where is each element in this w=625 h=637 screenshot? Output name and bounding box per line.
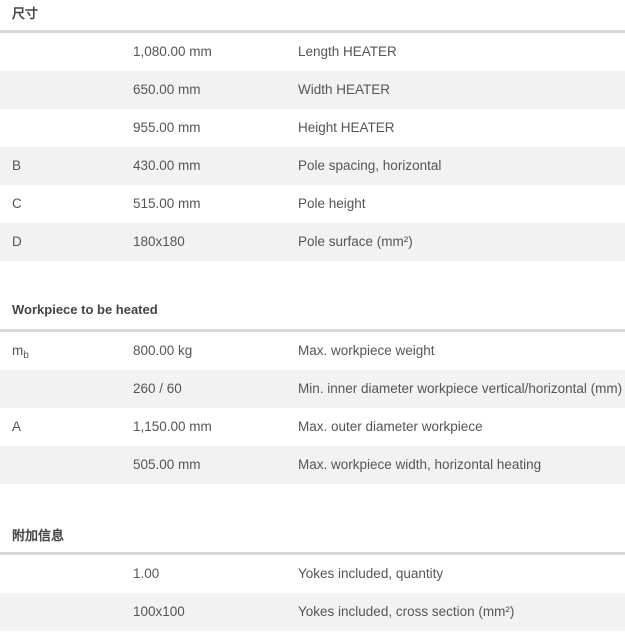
- table-row: D 180x180 Pole surface (mm²): [0, 223, 625, 261]
- table-row: 650.00 mm Width HEATER: [0, 71, 625, 109]
- table-row: 1,080.00 mm Length HEATER: [0, 33, 625, 71]
- row-description: Pole height: [298, 196, 366, 211]
- table-row: 260 / 60 Min. inner diameter workpiece v…: [0, 370, 625, 408]
- row-value: 505.00 mm: [133, 457, 201, 472]
- row-description: Height HEATER: [298, 120, 395, 135]
- table-row: B 430.00 mm Pole spacing, horizontal: [0, 147, 625, 185]
- table-row: C 515.00 mm Pole height: [0, 185, 625, 223]
- row-value: 100x100: [133, 604, 185, 619]
- section-title: Workpiece to be heated: [12, 302, 158, 317]
- table-row: A 1,150.00 mm Max. outer diameter workpi…: [0, 408, 625, 446]
- row-description: Pole surface (mm²): [298, 234, 413, 249]
- row-description: Max. workpiece weight: [298, 343, 435, 358]
- symbol-base: m: [12, 343, 24, 358]
- row-description: Yokes included, quantity: [298, 566, 444, 581]
- row-value: 515.00 mm: [133, 196, 201, 211]
- row-value: 1,080.00 mm: [133, 44, 212, 59]
- row-value: 180x180: [133, 234, 185, 249]
- row-symbol: A: [12, 419, 22, 434]
- row-value: 430.00 mm: [133, 158, 201, 173]
- section-title: 尺寸: [12, 6, 39, 21]
- table-row: 100x100 Yokes included, cross section (m…: [0, 593, 625, 631]
- table-row: 505.00 mm Max. workpiece width, horizont…: [0, 446, 625, 484]
- table-row: 955.00 mm Height HEATER: [0, 109, 625, 147]
- row-description: Yokes included, cross section (mm²): [298, 604, 515, 619]
- row-symbol: C: [12, 196, 22, 211]
- spec-table: 1.00 Yokes included, quantity 100x100 Yo…: [0, 555, 625, 631]
- row-description: Min. inner diameter workpiece vertical/h…: [298, 381, 623, 396]
- row-value: 1.00: [133, 566, 160, 581]
- row-value: 650.00 mm: [133, 82, 201, 97]
- row-value: 1,150.00 mm: [133, 419, 212, 434]
- row-description: Pole spacing, horizontal: [298, 158, 442, 173]
- row-description: Max. workpiece width, horizontal heating: [298, 457, 542, 472]
- symbol-subscript: b: [23, 350, 29, 361]
- row-value: 955.00 mm: [133, 120, 201, 135]
- row-value: 260 / 60: [133, 381, 182, 396]
- row-description: Length HEATER: [298, 44, 397, 59]
- section-title: 附加信息: [12, 528, 65, 543]
- row-description: Max. outer diameter workpiece: [298, 419, 483, 434]
- row-symbol: D: [12, 234, 22, 249]
- row-symbol: B: [12, 158, 22, 173]
- spec-table: mb 800.00 kg Max. workpiece weight 260 /…: [0, 332, 625, 484]
- row-description: Width HEATER: [298, 82, 391, 97]
- table-row: 1.00 Yokes included, quantity: [0, 555, 625, 593]
- table-row: mb 800.00 kg Max. workpiece weight: [0, 332, 625, 370]
- row-symbol: mb: [12, 332, 29, 375]
- row-value: 800.00 kg: [133, 343, 193, 358]
- spec-table: 1,080.00 mm Length HEATER 650.00 mm Widt…: [0, 33, 625, 261]
